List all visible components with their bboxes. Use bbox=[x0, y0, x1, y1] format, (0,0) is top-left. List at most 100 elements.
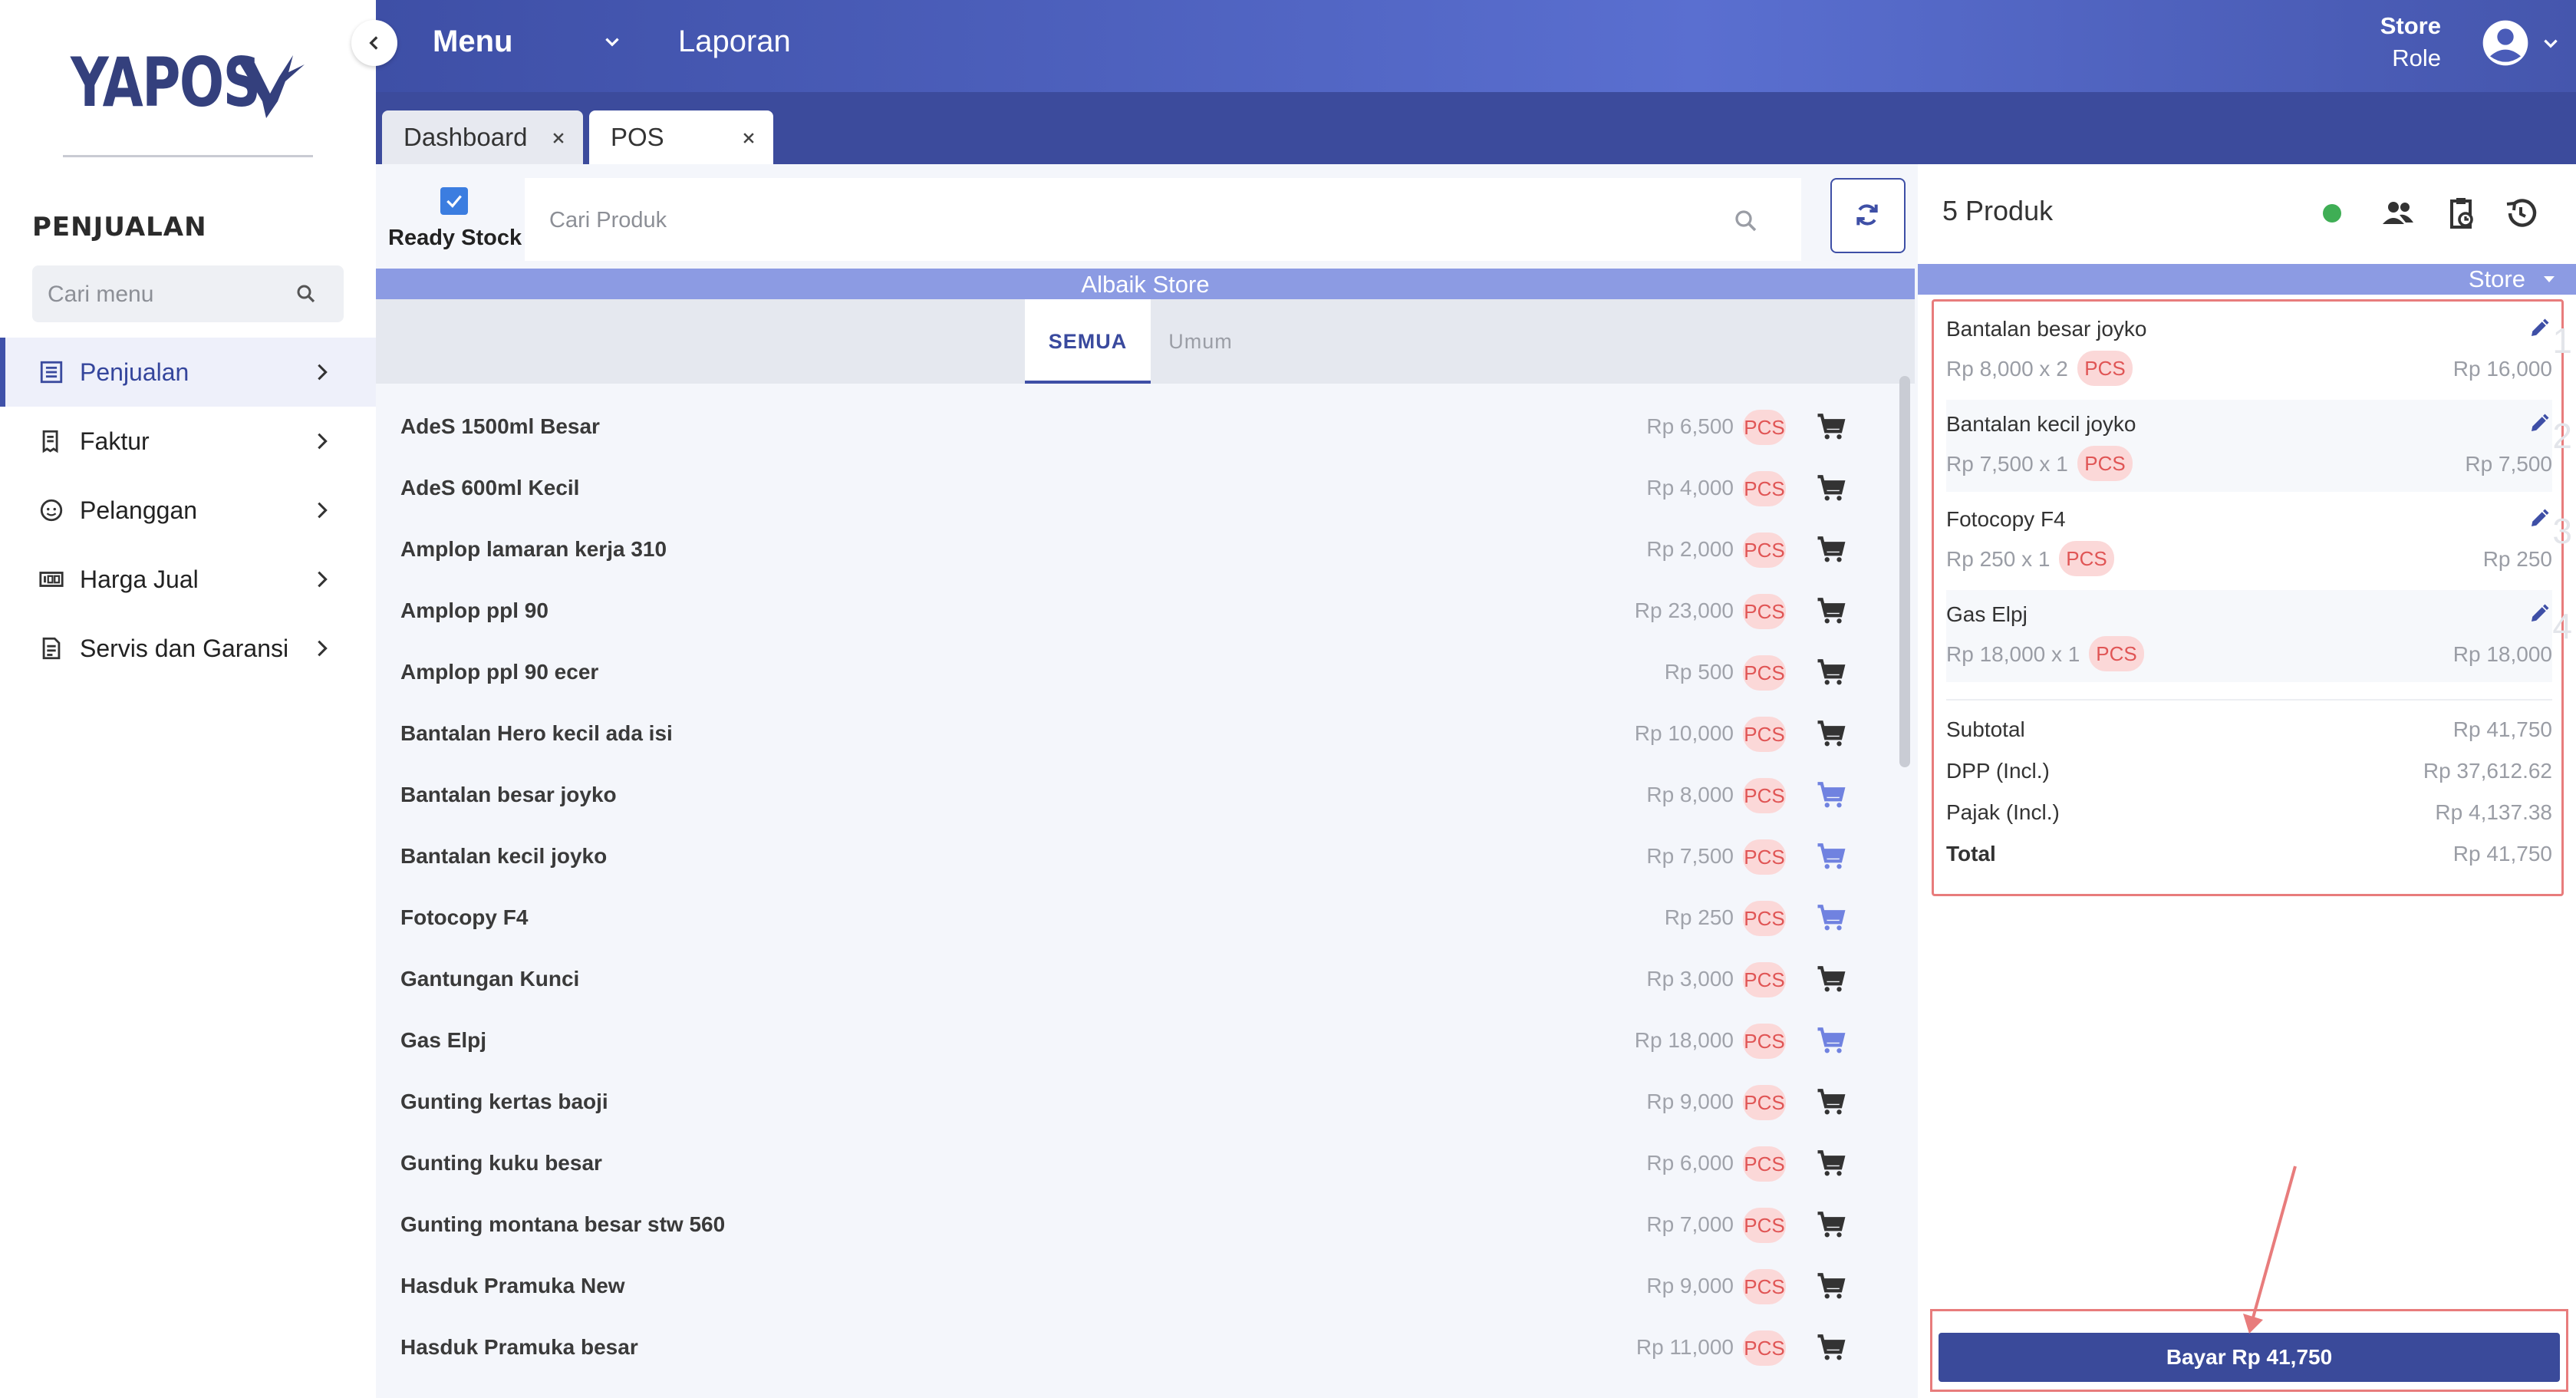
edit-icon[interactable] bbox=[2528, 412, 2551, 435]
product-name: Bantalan besar joyko bbox=[400, 783, 617, 806]
tab-bar: Dashboard POS bbox=[376, 92, 2576, 164]
annotation-arrow bbox=[2243, 1166, 2297, 1334]
pay-button[interactable]: Bayar Rp 41,750 bbox=[1939, 1333, 2560, 1382]
add-to-cart-icon[interactable] bbox=[1815, 473, 1847, 505]
add-to-cart-icon[interactable] bbox=[1815, 902, 1847, 935]
chevron-down-icon[interactable] bbox=[600, 32, 624, 52]
add-to-cart-icon[interactable] bbox=[1815, 964, 1847, 996]
product-row[interactable]: Amplop lamaran kerja 310 Rp 2,000 PCS bbox=[376, 525, 1879, 586]
menu-dropdown[interactable]: Menu bbox=[433, 25, 512, 59]
product-list-scrollbar[interactable] bbox=[1899, 376, 1910, 767]
product-row[interactable]: Gunting kuku besar Rp 6,000 PCS bbox=[376, 1139, 1879, 1200]
add-to-cart-icon[interactable] bbox=[1815, 780, 1847, 812]
sidebar-item-penjualan[interactable]: Penjualan bbox=[0, 338, 376, 407]
product-panel: Ready Stock Albaik Store SEMUA Umum AdeS… bbox=[376, 164, 1918, 1398]
summary-value: Rp 41,750 bbox=[2452, 717, 2552, 741]
history-icon[interactable] bbox=[2502, 195, 2539, 232]
add-to-cart-icon[interactable] bbox=[1815, 595, 1847, 628]
cart-item[interactable]: Gas Elpj Rp 18,000 x 1 PCS Rp 18,000 4 bbox=[1946, 590, 2572, 682]
product-row[interactable]: Gantungan Kunci Rp 3,000 PCS bbox=[376, 955, 1879, 1016]
sidebar-item-faktur[interactable]: Faktur bbox=[0, 407, 376, 476]
unit-badge: PCS bbox=[1743, 594, 1786, 629]
product-name: Amplop ppl 90 bbox=[400, 598, 548, 622]
add-to-cart-icon[interactable] bbox=[1815, 1271, 1847, 1303]
product-price: Rp 7,000 bbox=[1646, 1212, 1734, 1236]
product-row[interactable]: Gas Elpj Rp 18,000 PCS bbox=[376, 1016, 1879, 1077]
product-name: Hasduk Pramuka New bbox=[400, 1274, 625, 1297]
cart-item-total: Rp 7,500 bbox=[2465, 452, 2552, 476]
edit-icon[interactable] bbox=[2528, 602, 2551, 625]
add-to-cart-icon[interactable] bbox=[1815, 718, 1847, 750]
customers-icon[interactable] bbox=[2380, 195, 2416, 232]
unit-badge: PCS bbox=[2059, 541, 2114, 576]
yapos-logo[interactable]: YAPOS bbox=[71, 43, 313, 122]
sidebar-item-harga-jual[interactable]: Harga Jual bbox=[0, 545, 376, 614]
product-search-input[interactable] bbox=[548, 178, 1701, 262]
store-banner: Albaik Store bbox=[376, 269, 1915, 299]
add-to-cart-icon[interactable] bbox=[1815, 657, 1847, 689]
product-row[interactable]: Hasduk Pramuka New Rp 9,000 PCS bbox=[376, 1261, 1879, 1323]
edit-icon[interactable] bbox=[2528, 317, 2551, 340]
product-row[interactable]: Gunting montana besar stw 560 Rp 7,000 PCS bbox=[376, 1200, 1879, 1261]
product-row[interactable]: Amplop ppl 90 Rp 23,000 PCS bbox=[376, 586, 1879, 648]
sidebar-item-servis-dan-garansi[interactable]: Servis dan Garansi bbox=[0, 614, 376, 683]
chevron-down-icon[interactable] bbox=[2539, 34, 2562, 54]
add-to-cart-icon[interactable] bbox=[1815, 1209, 1847, 1241]
search-icon[interactable] bbox=[1732, 207, 1760, 235]
product-row[interactable]: Amplop ppl 90 ecer Rp 500 PCS bbox=[376, 648, 1879, 709]
unit-badge: PCS bbox=[1743, 471, 1786, 506]
chevron-right-icon bbox=[311, 568, 333, 591]
account-circle-icon[interactable] bbox=[2481, 18, 2530, 68]
cart-item[interactable]: Bantalan kecil joyko Rp 7,500 x 1 PCS Rp 7,… bbox=[1946, 400, 2572, 492]
product-price: Rp 6,500 bbox=[1646, 414, 1734, 438]
laporan-link[interactable]: Laporan bbox=[678, 25, 791, 59]
close-icon[interactable] bbox=[551, 130, 566, 146]
add-to-cart-icon[interactable] bbox=[1815, 1025, 1847, 1057]
search-icon[interactable] bbox=[295, 282, 318, 305]
product-row[interactable]: Gunting kertas baoji Rp 9,000 PCS bbox=[376, 1077, 1879, 1139]
cart-item[interactable]: Bantalan besar joyko Rp 8,000 x 2 PCS Rp 16… bbox=[1946, 305, 2572, 397]
add-to-cart-icon[interactable] bbox=[1815, 841, 1847, 873]
product-name: Hasduk Pramuka besar bbox=[400, 1335, 638, 1359]
top-bar: Menu Laporan Store Role bbox=[376, 0, 2576, 92]
tab-pos[interactable]: POS bbox=[589, 110, 773, 164]
add-to-cart-icon[interactable] bbox=[1815, 1086, 1847, 1119]
product-row[interactable]: Bantalan kecil joyko Rp 7,500 PCS bbox=[376, 832, 1879, 893]
price-tag-icon bbox=[38, 566, 64, 592]
product-row[interactable]: Bantalan besar joyko Rp 8,000 PCS bbox=[376, 770, 1879, 832]
category-tab-semua[interactable]: SEMUA bbox=[1025, 299, 1151, 384]
refresh-button[interactable] bbox=[1830, 178, 1906, 253]
summary-row: Total Rp 41,750 bbox=[1946, 842, 2552, 872]
clipboard-clock-icon[interactable] bbox=[2443, 195, 2479, 232]
product-row[interactable]: Bantalan Hero kecil ada isi Rp 10,000 PCS bbox=[376, 709, 1879, 770]
menu-search-input[interactable] bbox=[46, 265, 295, 324]
category-tab-umum[interactable]: Umum bbox=[1151, 299, 1250, 384]
sidebar-item-label: Harga Jual bbox=[80, 565, 199, 593]
store-selector[interactable]: Store bbox=[1918, 264, 2576, 295]
add-to-cart-icon[interactable] bbox=[1815, 411, 1847, 443]
product-row[interactable]: AdeS 600ml Kecil Rp 4,000 PCS bbox=[376, 463, 1879, 525]
chevron-right-icon bbox=[311, 499, 333, 522]
product-row[interactable]: Hasduk Pramuka besar Rp 11,000 PCS bbox=[376, 1323, 1879, 1384]
summary-value: Rp 4,137.38 bbox=[2435, 800, 2552, 824]
product-row[interactable]: AdeS 1500ml Besar Rp 6,500 PCS bbox=[376, 402, 1879, 463]
sidebar-item-pelanggan[interactable]: Pelanggan bbox=[0, 476, 376, 545]
cart-item[interactable]: Fotocopy F4 Rp 250 x 1 PCS Rp 250 3 bbox=[1946, 495, 2572, 587]
edit-icon[interactable] bbox=[2528, 507, 2551, 530]
sidebar-nav: Penjualan Faktur Pelanggan Harga Jual Se… bbox=[0, 338, 376, 683]
collapse-sidebar-button[interactable] bbox=[351, 20, 397, 66]
tab-dashboard[interactable]: Dashboard bbox=[382, 110, 583, 164]
caret-down-icon bbox=[2544, 276, 2555, 282]
ready-stock-checkbox[interactable] bbox=[440, 187, 468, 215]
unit-badge: PCS bbox=[1743, 410, 1786, 445]
summary-label: Pajak (Incl.) bbox=[1946, 800, 2060, 824]
add-to-cart-icon[interactable] bbox=[1815, 1332, 1847, 1364]
cart-item-total: Rp 250 bbox=[2482, 547, 2552, 571]
product-name: AdeS 1500ml Besar bbox=[400, 414, 600, 438]
close-icon[interactable] bbox=[741, 130, 756, 146]
cart-item-name: Fotocopy F4 bbox=[1946, 507, 2066, 531]
add-to-cart-icon[interactable] bbox=[1815, 534, 1847, 566]
product-row[interactable]: Fotocopy F4 Rp 250 PCS bbox=[376, 893, 1879, 955]
unit-badge: PCS bbox=[2077, 351, 2133, 386]
add-to-cart-icon[interactable] bbox=[1815, 1148, 1847, 1180]
